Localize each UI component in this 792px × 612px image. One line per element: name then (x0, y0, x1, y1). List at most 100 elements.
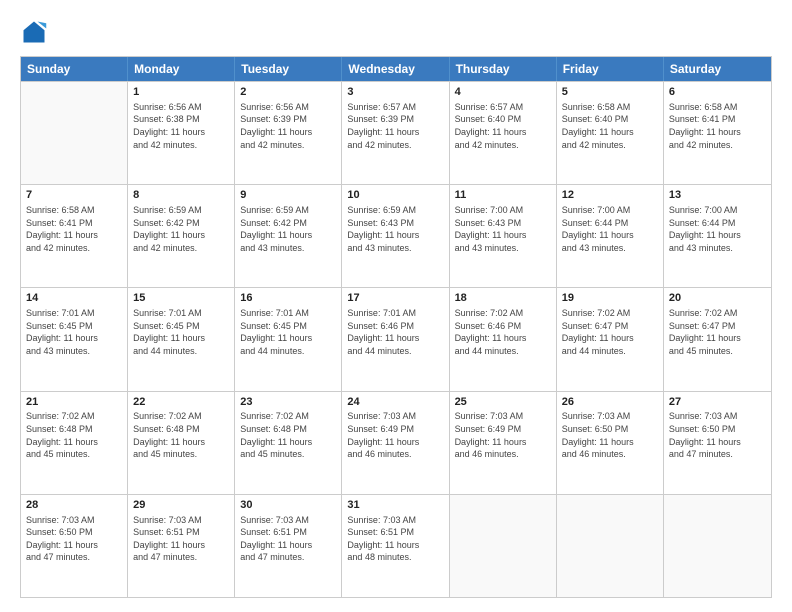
calendar-cell: 15Sunrise: 7:01 AMSunset: 6:45 PMDayligh… (128, 288, 235, 390)
calendar-row: 7Sunrise: 6:58 AMSunset: 6:41 PMDaylight… (21, 184, 771, 287)
day-number: 30 (240, 498, 336, 513)
cell-content: Sunrise: 6:59 AMSunset: 6:42 PMDaylight:… (133, 204, 229, 254)
day-number: 9 (240, 188, 336, 203)
cell-content: Sunrise: 7:03 AMSunset: 6:50 PMDaylight:… (26, 514, 122, 564)
day-number: 1 (133, 85, 229, 100)
calendar-header-cell: Thursday (450, 57, 557, 81)
cell-content: Sunrise: 6:58 AMSunset: 6:40 PMDaylight:… (562, 101, 658, 151)
calendar-cell: 14Sunrise: 7:01 AMSunset: 6:45 PMDayligh… (21, 288, 128, 390)
day-number: 19 (562, 291, 658, 306)
calendar-cell: 23Sunrise: 7:02 AMSunset: 6:48 PMDayligh… (235, 392, 342, 494)
calendar-header-cell: Tuesday (235, 57, 342, 81)
day-number: 2 (240, 85, 336, 100)
calendar-cell: 12Sunrise: 7:00 AMSunset: 6:44 PMDayligh… (557, 185, 664, 287)
day-number: 29 (133, 498, 229, 513)
day-number: 16 (240, 291, 336, 306)
calendar-row: 21 Sunrise: 7:02 AMSunset: 6:48 PMDayligh… (21, 391, 771, 494)
logo-icon (20, 18, 48, 46)
day-number: 27 (669, 395, 766, 410)
day-number: 7 (26, 188, 122, 203)
page: SundayMondayTuesdayWednesdayThursdayFrid… (0, 0, 792, 612)
day-number: 10 (347, 188, 443, 203)
cell-content: Sunrise: 7:02 AMSunset: 6:48 PMDaylight:… (240, 410, 336, 460)
day-number: 6 (669, 85, 766, 100)
day-number: 22 (133, 395, 229, 410)
day-number: 4 (455, 85, 551, 100)
day-number: 17 (347, 291, 443, 306)
calendar-header-cell: Wednesday (342, 57, 449, 81)
calendar-body: 1Sunrise: 6:56 AMSunset: 6:38 PMDaylight… (21, 81, 771, 597)
cell-content: Sunrise: 7:01 AMSunset: 6:45 PMDaylight:… (133, 307, 229, 357)
calendar-row: 1Sunrise: 6:56 AMSunset: 6:38 PMDaylight… (21, 81, 771, 184)
day-number: 23 (240, 395, 336, 410)
calendar-cell: 29Sunrise: 7:03 AMSunset: 6:51 PMDayligh… (128, 495, 235, 597)
cell-content: Sunrise: 7:03 AMSunset: 6:51 PMDaylight:… (133, 514, 229, 564)
day-number: 24 (347, 395, 443, 410)
calendar-cell: 20Sunrise: 7:02 AMSunset: 6:47 PMDayligh… (664, 288, 771, 390)
calendar-cell: 1Sunrise: 6:56 AMSunset: 6:38 PMDaylight… (128, 82, 235, 184)
day-number: 21 (26, 395, 122, 410)
calendar: SundayMondayTuesdayWednesdayThursdayFrid… (20, 56, 772, 598)
cell-content: Sunrise: 6:56 AMSunset: 6:38 PMDaylight:… (133, 101, 229, 151)
cell-content: Sunrise: 7:00 AMSunset: 6:44 PMDaylight:… (669, 204, 766, 254)
calendar-cell (664, 495, 771, 597)
cell-content: Sunrise: 6:56 AMSunset: 6:39 PMDaylight:… (240, 101, 336, 151)
cell-content: Sunrise: 6:58 AMSunset: 6:41 PMDaylight:… (26, 204, 122, 254)
calendar-cell: 21Sunrise: 7:02 AMSunset: 6:48 PMDayligh… (21, 392, 128, 494)
calendar-cell: 3Sunrise: 6:57 AMSunset: 6:39 PMDaylight… (342, 82, 449, 184)
calendar-header-cell: Monday (128, 57, 235, 81)
cell-content: Sunrise: 7:03 AMSunset: 6:50 PMDaylight:… (562, 410, 658, 460)
cell-content: Sunrise: 7:03 AMSunset: 6:49 PMDaylight:… (347, 410, 443, 460)
calendar-row: 28Sunrise: 7:03 AMSunset: 6:50 PMDayligh… (21, 494, 771, 597)
calendar-cell (21, 82, 128, 184)
calendar-cell: 24Sunrise: 7:03 AMSunset: 6:49 PMDayligh… (342, 392, 449, 494)
logo (20, 18, 52, 46)
cell-content: Sunrise: 7:03 AMSunset: 6:51 PMDaylight:… (240, 514, 336, 564)
cell-content: Sunrise: 7:03 AMSunset: 6:51 PMDaylight:… (347, 514, 443, 564)
calendar-cell: 19Sunrise: 7:02 AMSunset: 6:47 PMDayligh… (557, 288, 664, 390)
calendar-row: 14Sunrise: 7:01 AMSunset: 6:45 PMDayligh… (21, 287, 771, 390)
cell-content: Sunrise: 6:59 AMSunset: 6:42 PMDaylight:… (240, 204, 336, 254)
cell-content: Sunrise: 6:59 AMSunset: 6:43 PMDaylight:… (347, 204, 443, 254)
day-number: 3 (347, 85, 443, 100)
calendar-cell: 22Sunrise: 7:02 AMSunset: 6:48 PMDayligh… (128, 392, 235, 494)
calendar-cell: 7Sunrise: 6:58 AMSunset: 6:41 PMDaylight… (21, 185, 128, 287)
day-number: 31 (347, 498, 443, 513)
day-number: 28 (26, 498, 122, 513)
day-number: 5 (562, 85, 658, 100)
day-number: 18 (455, 291, 551, 306)
header (20, 18, 772, 46)
calendar-cell (450, 495, 557, 597)
calendar-cell: 13Sunrise: 7:00 AMSunset: 6:44 PMDayligh… (664, 185, 771, 287)
calendar-header-cell: Friday (557, 57, 664, 81)
calendar-cell: 9Sunrise: 6:59 AMSunset: 6:42 PMDaylight… (235, 185, 342, 287)
calendar-header-cell: Sunday (21, 57, 128, 81)
cell-content: Sunrise: 6:58 AMSunset: 6:41 PMDaylight:… (669, 101, 766, 151)
calendar-cell: 25Sunrise: 7:03 AMSunset: 6:49 PMDayligh… (450, 392, 557, 494)
calendar-cell: 27Sunrise: 7:03 AMSunset: 6:50 PMDayligh… (664, 392, 771, 494)
cell-content: Sunrise: 7:03 AMSunset: 6:50 PMDaylight:… (669, 410, 766, 460)
cell-content: Sunrise: 7:01 AMSunset: 6:45 PMDaylight:… (26, 307, 122, 357)
calendar-cell: 17Sunrise: 7:01 AMSunset: 6:46 PMDayligh… (342, 288, 449, 390)
day-number: 11 (455, 188, 551, 203)
calendar-cell: 5Sunrise: 6:58 AMSunset: 6:40 PMDaylight… (557, 82, 664, 184)
cell-content: Sunrise: 6:57 AMSunset: 6:39 PMDaylight:… (347, 101, 443, 151)
day-number: 8 (133, 188, 229, 203)
calendar-cell: 28Sunrise: 7:03 AMSunset: 6:50 PMDayligh… (21, 495, 128, 597)
calendar-cell: 31Sunrise: 7:03 AMSunset: 6:51 PMDayligh… (342, 495, 449, 597)
cell-content: Sunrise: 6:57 AMSunset: 6:40 PMDaylight:… (455, 101, 551, 151)
calendar-cell: 10Sunrise: 6:59 AMSunset: 6:43 PMDayligh… (342, 185, 449, 287)
calendar-header-cell: Saturday (664, 57, 771, 81)
cell-content: Sunrise: 7:02 AMSunset: 6:47 PMDaylight:… (669, 307, 766, 357)
calendar-cell: 6Sunrise: 6:58 AMSunset: 6:41 PMDaylight… (664, 82, 771, 184)
cell-content: Sunrise: 7:01 AMSunset: 6:45 PMDaylight:… (240, 307, 336, 357)
cell-content: Sunrise: 7:02 AMSunset: 6:47 PMDaylight:… (562, 307, 658, 357)
calendar-cell: 18Sunrise: 7:02 AMSunset: 6:46 PMDayligh… (450, 288, 557, 390)
calendar-cell (557, 495, 664, 597)
calendar-cell: 4Sunrise: 6:57 AMSunset: 6:40 PMDaylight… (450, 82, 557, 184)
calendar-cell: 30Sunrise: 7:03 AMSunset: 6:51 PMDayligh… (235, 495, 342, 597)
day-number: 13 (669, 188, 766, 203)
day-number: 12 (562, 188, 658, 203)
day-number: 25 (455, 395, 551, 410)
calendar-cell: 16Sunrise: 7:01 AMSunset: 6:45 PMDayligh… (235, 288, 342, 390)
